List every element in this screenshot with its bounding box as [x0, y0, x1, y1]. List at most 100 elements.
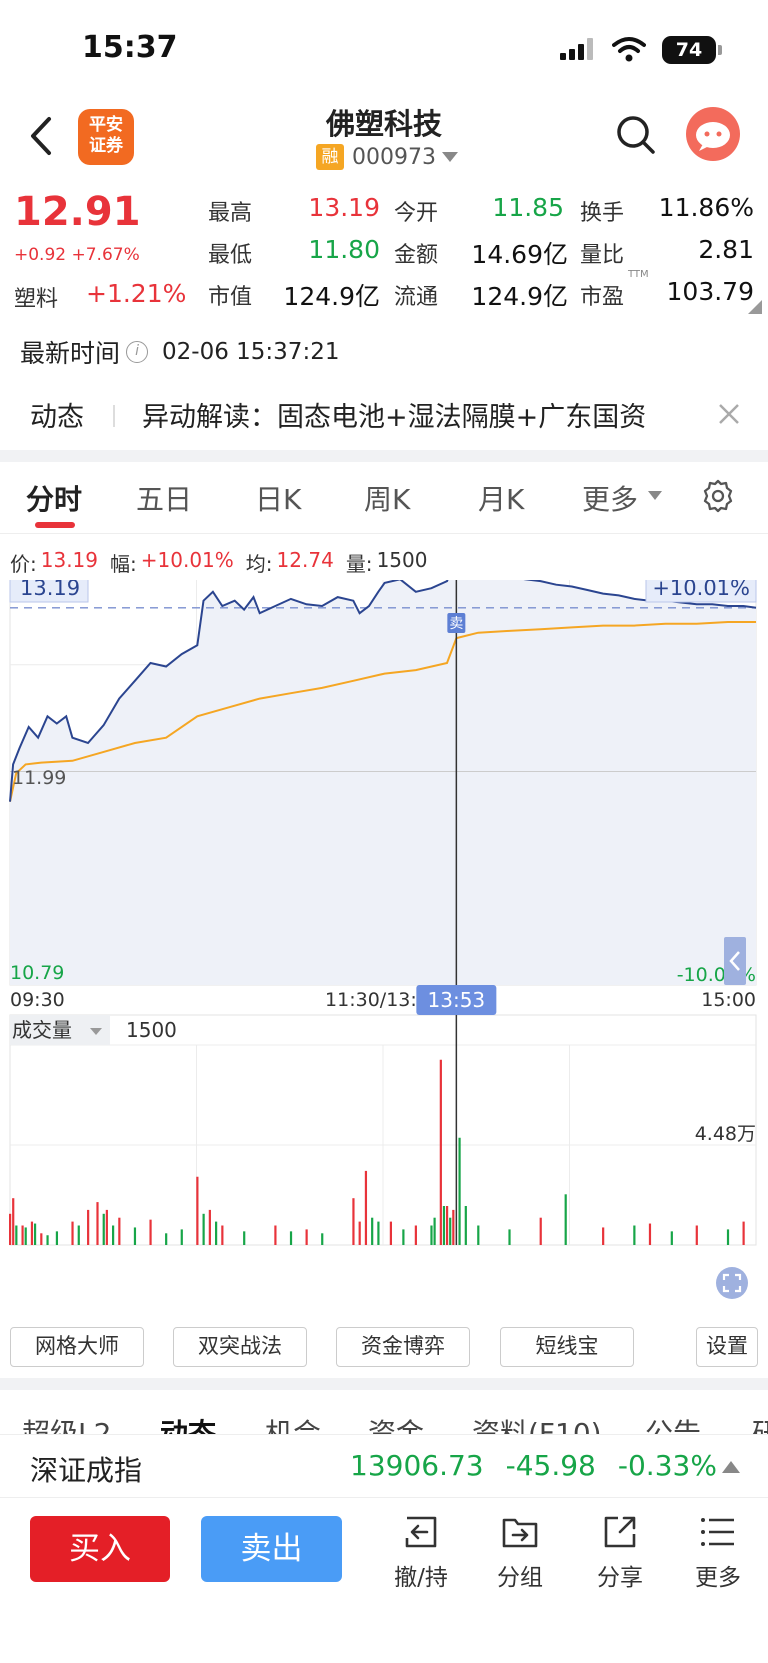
tab-capital[interactable]: 资金 [368, 1412, 424, 1434]
volume-bar-down [371, 1217, 374, 1245]
quote-value-high: 13.19 [308, 193, 380, 222]
volume-bar-down [726, 1229, 730, 1245]
expand-up-icon[interactable] [722, 1461, 740, 1473]
tab-news[interactable]: 动态 [160, 1412, 216, 1434]
margin-badge: 融 [316, 144, 344, 170]
tab-monthly-k[interactable]: 月K [478, 478, 524, 518]
volume-bars [9, 1059, 745, 1245]
close-icon[interactable] [714, 399, 744, 429]
stock-code-selector[interactable]: 融 000973 [316, 143, 458, 171]
sell-marker-label: 卖 [449, 616, 463, 632]
volume-bar-up [452, 1209, 455, 1245]
section-divider [0, 450, 768, 462]
volume-bar-up [71, 1221, 74, 1245]
volume-bar-down [77, 1225, 80, 1245]
assistant-avatar[interactable] [686, 107, 740, 161]
tab-daily-k[interactable]: 日K [255, 478, 301, 518]
cancel-hold-label: 撤/持 [394, 1565, 448, 1591]
cellular-signal-icon [560, 38, 596, 60]
volume-bar-down [477, 1225, 480, 1245]
crosshair-info: 价: 13.19 幅: +10.01% 均: 12.74 量: 1500 [10, 548, 428, 576]
tab-intraday[interactable]: 分时 [26, 478, 82, 518]
tab-research[interactable]: 研 [752, 1412, 768, 1434]
volume-label[interactable]: 成交量 [12, 1018, 72, 1042]
bottom-action-bar: 买入 卖出 撤/持 分组 分享 更多 [0, 1498, 768, 1663]
search-icon[interactable] [614, 113, 658, 157]
volume-bar-up [389, 1221, 393, 1245]
status-bar: 15:37 74 [0, 0, 768, 95]
short-term-button[interactable]: 短线宝 [500, 1327, 634, 1367]
volume-bar-down [377, 1221, 380, 1245]
volume-bar-down [112, 1225, 115, 1245]
volume-bar-up [96, 1202, 99, 1245]
intraday-chart[interactable]: 卖 13.19 +10.01% 11.99 10.79 -10.01% 09:3… [0, 580, 768, 1320]
tab-f10[interactable]: 资料(F10) [472, 1412, 602, 1434]
tab-more[interactable]: 更多 [582, 478, 638, 518]
volume-bar-up [602, 1227, 605, 1245]
news-ticker[interactable]: 动态 异动解读：固态电池+湿法隔膜+广东国资 [0, 385, 768, 445]
y-label-bottom: 10.79 [10, 962, 64, 984]
y-label-mid: 11.99 [12, 767, 66, 789]
expand-corner-icon[interactable] [748, 300, 762, 314]
tab-weekly-k[interactable]: 周K [364, 478, 410, 518]
tab-super-l2[interactable]: 超级L2 [22, 1412, 111, 1434]
cancel-order-icon [405, 1516, 437, 1548]
intraday-chart-svg[interactable]: 卖 13.19 +10.01% 11.99 10.79 -10.01% 09:3… [0, 580, 768, 1320]
gear-icon[interactable] [700, 478, 736, 514]
quote-label-float-cap: 流通 [394, 285, 439, 310]
index-value: 13906.73 [350, 1449, 484, 1482]
stock-code: 000973 [352, 144, 436, 170]
stock-header: 平安 证券 佛塑科技 融 000973 [0, 95, 768, 185]
share-button[interactable]: 分享 [580, 1512, 660, 1592]
volume-bar-up [742, 1221, 745, 1245]
battery-icon: 74 [662, 36, 716, 64]
tab-announcements[interactable]: 公告 [645, 1412, 701, 1434]
info-icon[interactable]: i [126, 341, 149, 363]
volume-bar-up [539, 1217, 542, 1245]
volume-bar-down [15, 1225, 18, 1245]
tools-settings-button[interactable]: 设置 [696, 1327, 758, 1367]
volume-bar-down [243, 1231, 246, 1245]
volume-bar-down [289, 1231, 293, 1245]
volume-bar-down [46, 1235, 49, 1245]
divider [113, 405, 115, 427]
volume-bar-down [449, 1217, 452, 1245]
grid-master-button[interactable]: 网格大师 [10, 1327, 144, 1367]
volume-bar-up [439, 1059, 442, 1245]
tab-five-day[interactable]: 五日 [136, 478, 192, 518]
status-time: 15:37 [82, 30, 178, 65]
tab-opportunity[interactable]: 机会 [265, 1412, 321, 1434]
tool-buttons: 网格大师 双突战法 资金博弈 短线宝 设置 [0, 1325, 768, 1371]
price-change: +0.92 +7.67% [14, 245, 140, 265]
volume-bar-up [40, 1233, 43, 1245]
news-text[interactable]: 异动解读：固态电池+湿法隔膜+广东国资 [142, 395, 646, 434]
y-label-top: 13.19 [20, 580, 80, 600]
more-button[interactable]: 更多 [678, 1512, 758, 1592]
quote-label-market-cap: 市值 [208, 285, 253, 310]
group-button[interactable]: 分组 [480, 1512, 560, 1592]
index-ticker[interactable]: 深证成指 13906.73 -45.98 -0.33% [0, 1434, 768, 1498]
capital-game-button[interactable]: 资金博弈 [336, 1327, 470, 1367]
volume-bar-up [21, 1225, 24, 1245]
fullscreen-button[interactable] [716, 1267, 748, 1299]
sell-button[interactable]: 卖出 [201, 1516, 342, 1582]
buy-button[interactable]: 买入 [30, 1516, 170, 1582]
sector-label: 塑料 [14, 287, 59, 312]
volume-bar-down [24, 1227, 27, 1245]
index-name: 深证成指 [30, 1454, 143, 1487]
group-label: 分组 [497, 1565, 543, 1591]
volume-bar-down [433, 1217, 436, 1245]
volume-bar-up [274, 1225, 277, 1245]
caret-down-icon [441, 152, 458, 162]
cancel-hold-button[interactable]: 撤/持 [381, 1512, 461, 1592]
quote-value-amount: 14.69亿 [471, 240, 568, 269]
volume-bar-up [87, 1209, 90, 1245]
y-label-top-pct: +10.01% [652, 580, 750, 600]
index-change-pct: -0.33% [617, 1449, 717, 1482]
crosshair-price: 13.19 [40, 548, 99, 572]
folder-icon [502, 1518, 538, 1548]
double-breakout-button[interactable]: 双突战法 [173, 1327, 307, 1367]
quote-panel[interactable]: 12.91 +0.92 +7.67% 塑料 +1.21% 最高 13.19 今开… [0, 185, 768, 320]
x-label-close: 15:00 [701, 989, 756, 1011]
side-panel-toggle[interactable] [724, 937, 746, 985]
